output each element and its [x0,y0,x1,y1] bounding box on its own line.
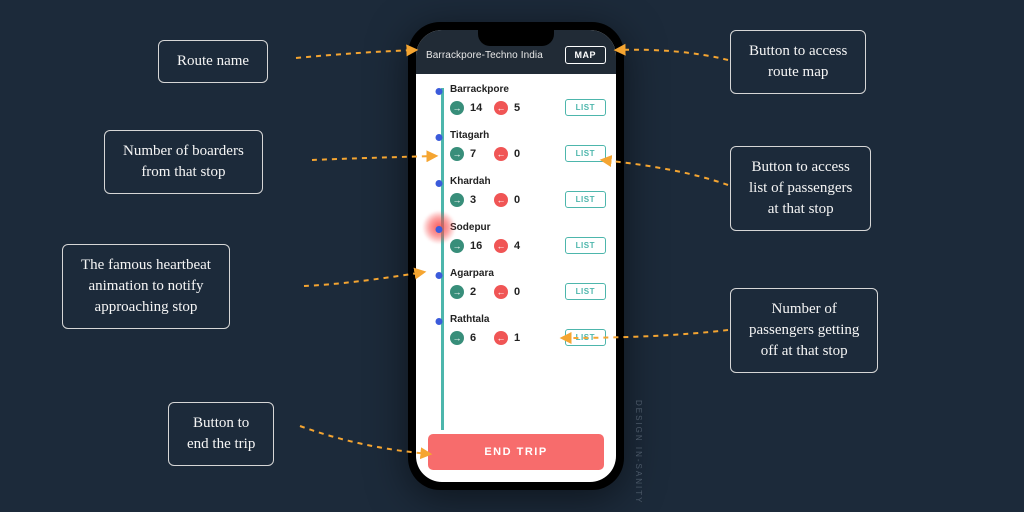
stop-name: Titagarh [440,130,606,141]
stops-list: Barrackpore→14←5LISTTitagarh→7←0LISTKhar… [416,74,616,430]
boarders-count: 6 [470,332,488,344]
timeline-dot [436,180,443,187]
boarders-count: 7 [470,148,488,160]
annotation-alighters: Number of passengers getting off at that… [730,288,878,373]
stop-item: Titagarh → 7 ← 0 LIST [440,130,606,162]
timeline-dot [436,134,443,141]
route-name: Barrackpore-Techno India [426,50,543,61]
boarders-icon: → [450,285,464,299]
stop-counts-row: → 3 ← 0 LIST [440,191,606,208]
timeline-dot [436,272,443,279]
annotation-list-btn: Button to access list of passengers at t… [730,146,871,231]
stop-name: Agarpara [440,268,606,279]
alighters-icon: ← [494,193,508,207]
alighters-count: 4 [514,240,532,252]
alighters-icon: ← [494,239,508,253]
alighters-icon: ← [494,147,508,161]
map-button[interactable]: MAP [565,46,607,64]
annotation-map-btn: Button to access route map [730,30,866,94]
annotation-heartbeat: The famous heartbeat animation to notify… [62,244,230,329]
boarders-count: 3 [470,194,488,206]
stop-item: Khardah → 3 ← 0 LIST [440,176,606,208]
alighters-count: 1 [514,332,532,344]
timeline-dot [436,318,443,325]
stop-item: Barrackpore → 14 ← 5 LIST [440,84,606,116]
boarders-count: 14 [470,102,488,114]
timeline-dot [436,88,443,95]
stop-counts-row: → 2 ← 0 LIST [440,283,606,300]
alighters-count: 0 [514,148,532,160]
boarders-icon: → [450,193,464,207]
stop-counts-row: → 14 ← 5 LIST [440,99,606,116]
annotation-end-trip: Button to end the trip [168,402,274,466]
list-button[interactable]: LIST [565,191,606,208]
boarders-icon: → [450,101,464,115]
list-button[interactable]: LIST [565,237,606,254]
watermark-text: DESIGN IN-SANITY [634,400,643,504]
annotation-boarders: Number of boarders from that stop [104,130,263,194]
boarders-icon: → [450,239,464,253]
stop-counts-row: → 16 ← 4 LIST [440,237,606,254]
boarders-icon: → [450,331,464,345]
timeline-dot [436,226,443,233]
alighters-icon: ← [494,101,508,115]
list-button[interactable]: LIST [565,329,606,346]
stop-item: Rathtala → 6 ← 1 LIST [440,314,606,346]
stop-name: Barrackpore [440,84,606,95]
boarders-icon: → [450,147,464,161]
list-button[interactable]: LIST [565,145,606,162]
phone-frame: Barrackpore-Techno India MAP Barrackpore… [408,22,624,490]
alighters-icon: ← [494,285,508,299]
annotation-route-name: Route name [158,40,268,83]
alighters-count: 5 [514,102,532,114]
stop-counts-row: → 7 ← 0 LIST [440,145,606,162]
phone-screen: Barrackpore-Techno India MAP Barrackpore… [416,30,616,482]
list-button[interactable]: LIST [565,283,606,300]
stop-name: Sodepur [440,222,606,233]
stop-name: Rathtala [440,314,606,325]
stop-item: Agarpara → 2 ← 0 LIST [440,268,606,300]
list-button[interactable]: LIST [565,99,606,116]
end-trip-button[interactable]: END TRIP [428,434,604,470]
alighters-count: 0 [514,286,532,298]
stop-counts-row: → 6 ← 1 LIST [440,329,606,346]
alighters-icon: ← [494,331,508,345]
phone-notch [478,30,554,46]
alighters-count: 0 [514,194,532,206]
stop-name: Khardah [440,176,606,187]
stop-item: Sodepur → 16 ← 4 LIST [440,222,606,254]
boarders-count: 2 [470,286,488,298]
boarders-count: 16 [470,240,488,252]
